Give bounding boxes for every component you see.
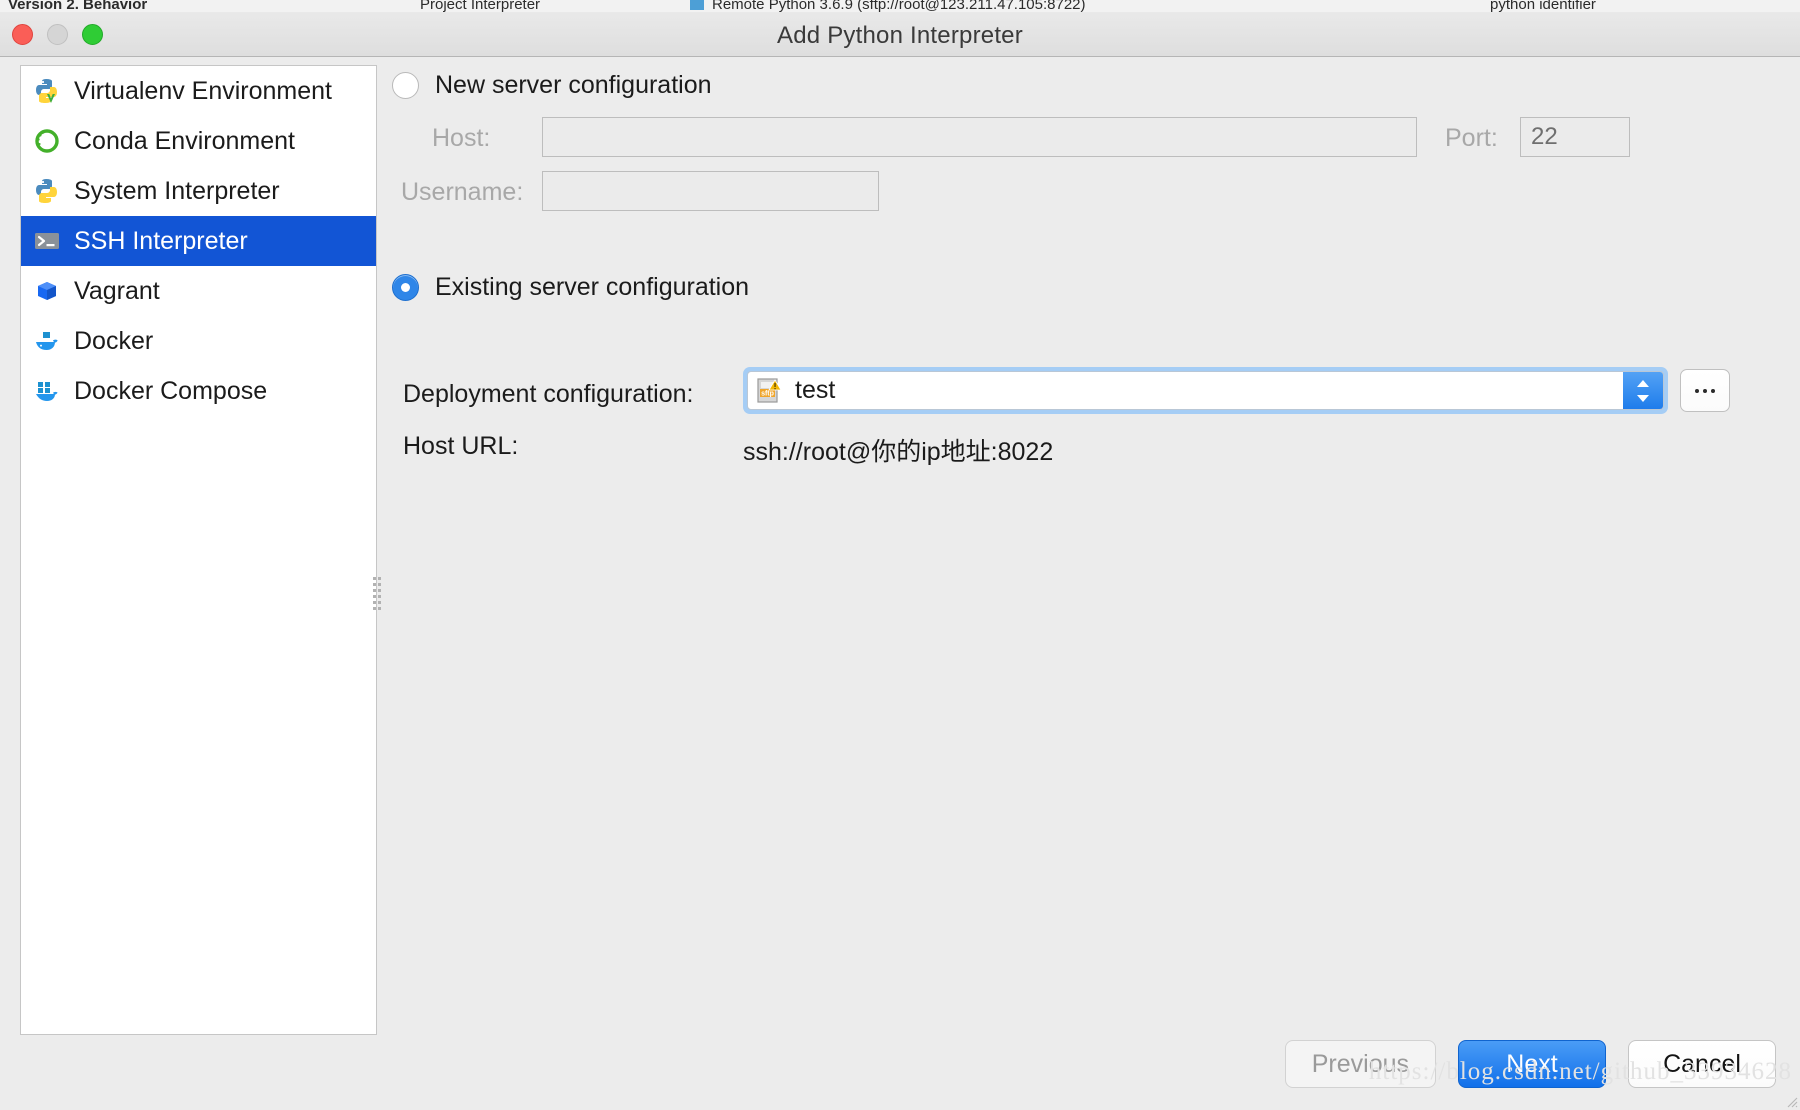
deployment-configuration-combobox-inner[interactable]: sftp test <box>747 371 1664 410</box>
docker-whale-icon <box>33 327 61 355</box>
port-label: Port: <box>1445 124 1498 152</box>
sidebar-item-conda-environment[interactable]: Conda Environment <box>21 116 376 166</box>
dialog-title: Add Python Interpreter <box>777 22 1023 49</box>
sidebar-item-label: Vagrant <box>74 276 160 305</box>
sidebar-item-label: Virtualenv Environment <box>74 76 333 105</box>
vagrant-cube-icon <box>33 277 61 305</box>
sidebar-item-label: Conda Environment <box>74 126 295 155</box>
combobox-stepper[interactable] <box>1623 372 1663 409</box>
sidebar-item-label: System Interpreter <box>74 176 280 205</box>
new-server-configuration-radio-row[interactable]: New server configuration <box>392 71 712 100</box>
existing-server-configuration-label: Existing server configuration <box>435 273 750 301</box>
sidebar-item-label: Docker <box>74 326 154 355</box>
sidebar-item-virtualenv-environment[interactable]: Virtualenv Environment <box>21 66 376 116</box>
host-label: Host: <box>432 124 491 152</box>
add-python-interpreter-dialog: Add Python Interpreter Virtualenv Enviro… <box>0 12 1800 1110</box>
sidebar-item-ssh-interpreter[interactable]: SSH Interpreter <box>21 216 376 266</box>
dialog-body: Virtualenv Environment Conda Environment <box>0 57 1800 1110</box>
host-url-label: Host URL: <box>403 432 519 460</box>
sidebar-item-vagrant[interactable]: Vagrant <box>21 266 376 316</box>
background-tab-marker <box>690 0 704 10</box>
deployment-configuration-label: Deployment configuration: <box>403 380 694 408</box>
host-input[interactable] <box>542 117 1417 157</box>
panel-splitter-handle[interactable] <box>373 577 384 611</box>
sidebar-item-docker-compose[interactable]: Docker Compose <box>21 366 376 416</box>
interpreter-settings-form: New server configuration Host: Port: 22 … <box>390 57 1800 1110</box>
sidebar-item-label: Docker Compose <box>74 376 268 405</box>
port-input[interactable]: 22 <box>1520 117 1630 157</box>
existing-server-configuration-radio[interactable] <box>392 274 419 301</box>
previous-button[interactable]: Previous <box>1284 1040 1436 1088</box>
next-button[interactable]: Next <box>1458 1040 1606 1088</box>
new-server-configuration-radio[interactable] <box>392 72 419 99</box>
deployment-configuration-combobox[interactable]: sftp test <box>743 367 1668 414</box>
dialog-titlebar: Add Python Interpreter <box>0 12 1800 57</box>
conda-icon <box>33 127 61 155</box>
cancel-button[interactable]: Cancel <box>1628 1040 1776 1088</box>
python-virtualenv-icon <box>33 77 61 105</box>
existing-server-configuration-radio-row[interactable]: Existing server configuration <box>392 273 749 302</box>
python-icon <box>33 177 61 205</box>
host-url-value: ssh://root@你的ip地址:8022 <box>743 438 1054 466</box>
terminal-icon <box>33 227 61 255</box>
browse-deployment-configuration-button[interactable] <box>1680 369 1730 412</box>
svg-text:sftp: sftp <box>761 390 774 397</box>
sidebar-item-label: SSH Interpreter <box>74 226 248 255</box>
sidebar-item-system-interpreter[interactable]: System Interpreter <box>21 166 376 216</box>
username-label: Username: <box>401 178 524 206</box>
docker-compose-icon <box>33 377 61 405</box>
interpreter-type-list[interactable]: Virtualenv Environment Conda Environment <box>20 65 377 1035</box>
chevron-up-down-icon <box>1637 379 1649 402</box>
username-input[interactable] <box>542 171 879 211</box>
deployment-configuration-value: test <box>795 376 836 404</box>
sftp-config-icon: sftp <box>757 377 782 404</box>
sidebar-item-docker[interactable]: Docker <box>21 316 376 366</box>
dialog-button-bar: Previous Next Cancel <box>1263 1040 1776 1088</box>
new-server-configuration-label: New server configuration <box>435 71 712 99</box>
resize-grip-icon[interactable] <box>1784 1094 1798 1108</box>
